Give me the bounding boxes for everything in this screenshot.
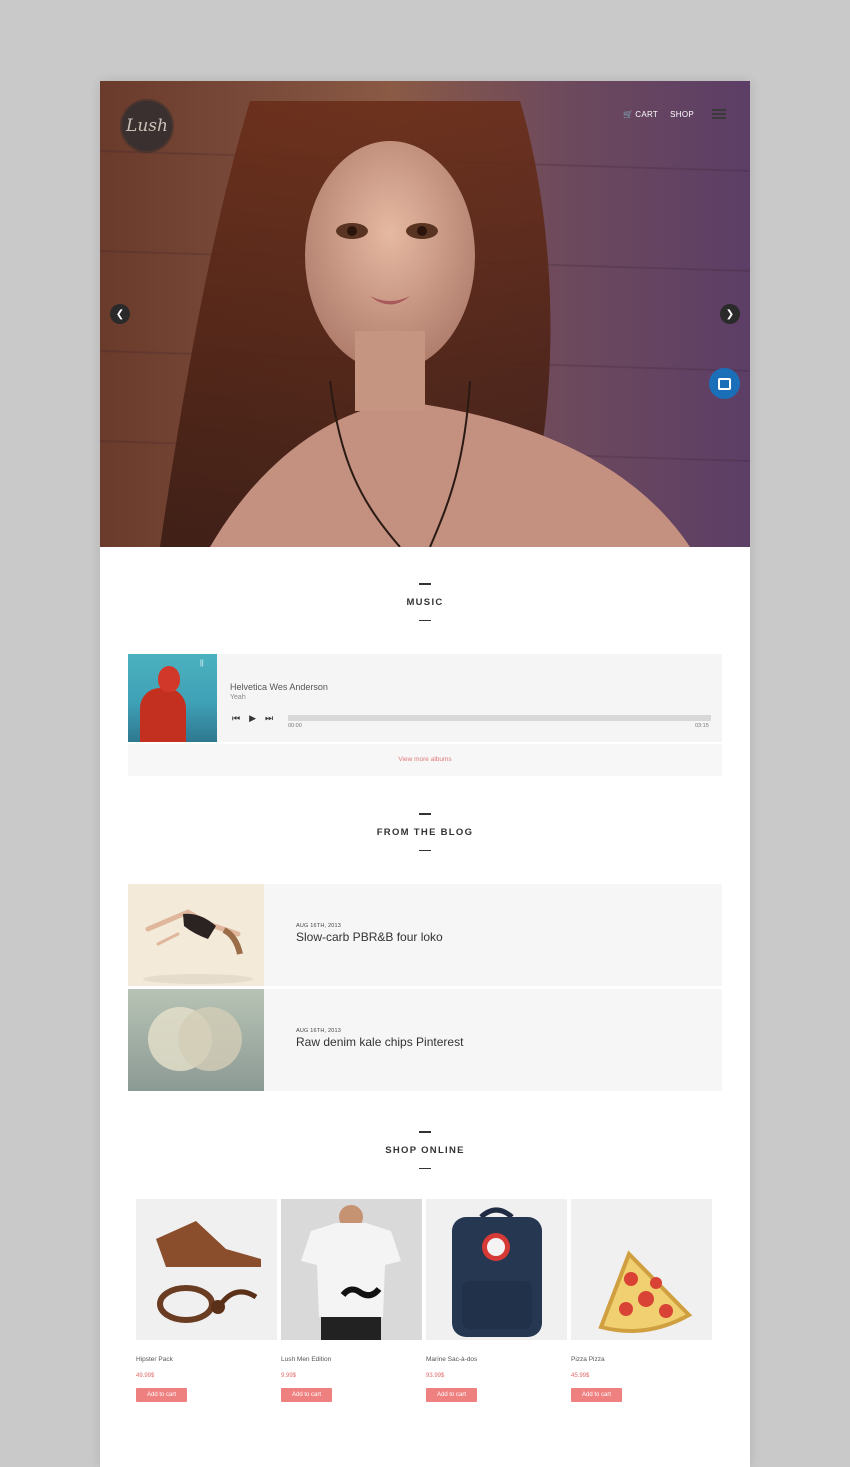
section-title-music: MUSIC [406,596,444,608]
product-name[interactable]: Lush Men Edition [281,1356,422,1363]
add-to-cart-button[interactable]: Add to cart [571,1388,623,1402]
post-date: AUG 16TH, 2013 [296,923,341,929]
chevron-left-icon: ❮ [115,308,125,320]
product-price: 9.99$ [281,1373,297,1379]
divider [419,1167,431,1169]
rewind-icon[interactable]: ⏮ [232,713,240,724]
divider [419,849,431,851]
product-price: 49.99$ [136,1373,155,1379]
shop-section-header: SHOP ONLINE [100,1131,750,1169]
section-title-blog: FROM THE BLOG [376,826,474,838]
fast-forward-icon[interactable]: ⏭ [265,713,273,724]
divider [419,619,431,621]
track-title: Helvetica Wes Anderson [230,682,328,692]
add-to-cart-button[interactable]: Add to cart [281,1388,333,1402]
product-image[interactable] [281,1199,422,1340]
post-title[interactable]: Slow-carb PBR&B four loko [296,930,443,944]
album-cover[interactable]: || [128,654,217,742]
menu-icon[interactable] [712,109,726,119]
nav-cart-label: CART [635,109,659,119]
nav-shop[interactable]: SHOP [670,110,694,119]
player-controls: ⏮ ▶ ⏭ [232,713,273,724]
product-price: 93.99$ [426,1373,445,1379]
hero-image [100,101,750,547]
product-name[interactable]: Marine Sac-à-dos [426,1356,567,1363]
music-section-header: MUSIC [100,583,750,621]
album-tag: || [200,660,204,667]
product-card: Marine Sac-à-dos 93.99$ Add to cart [426,1199,567,1402]
blog-section-header: FROM THE BLOG [100,813,750,851]
music-player: || [128,654,722,742]
progress-bar[interactable] [288,715,711,721]
product-name[interactable]: Hipster Pack [136,1356,277,1363]
time-total: 03:15 [695,723,709,729]
product-card: Hipster Pack 49.99$ Add to cart [136,1199,277,1402]
post-date: AUG 16TH, 2013 [296,1028,341,1034]
blog-post[interactable]: AUG 16TH, 2013 Slow-carb PBR&B four loko [128,884,722,986]
track-artist: Yeah [230,694,246,701]
product-image[interactable] [136,1199,277,1340]
slider-prev-button[interactable]: ❮ [110,304,130,324]
page: Lush 🛒 CART SHOP ❮ ❯ MUSIC || Helvetica W… [100,81,750,1467]
product-name[interactable]: Pizza Pizza [571,1356,712,1363]
slider-next-button[interactable]: ❯ [720,304,740,324]
section-title-shop: SHOP ONLINE [385,1144,465,1156]
divider [419,813,431,815]
product-image[interactable] [426,1199,567,1340]
blog-post[interactable]: AUG 16TH, 2013 Raw denim kale chips Pint… [128,989,722,1091]
post-title[interactable]: Raw denim kale chips Pinterest [296,1035,463,1049]
time-elapsed: 00:00 [288,723,302,729]
logo[interactable]: Lush [122,101,172,151]
product-card: Lush Men Edition 9.99$ Add to cart [281,1199,422,1402]
divider [419,583,431,585]
product-image[interactable] [571,1199,712,1340]
product-price: 45.99$ [571,1373,590,1379]
blog-thumbnail[interactable] [128,884,264,986]
logo-text: Lush [126,116,168,136]
divider [419,1131,431,1133]
cart-icon: 🛒 [623,109,634,119]
add-to-cart-button[interactable]: Add to cart [426,1388,478,1402]
view-more-albums-link[interactable]: View more albums [128,744,722,776]
blog-thumbnail[interactable] [128,989,264,1091]
chevron-right-icon: ❯ [725,308,735,320]
product-card: Pizza Pizza 45.99$ Add to cart [571,1199,712,1402]
chat-button[interactable] [709,368,740,399]
nav-cart[interactable]: 🛒 CART [623,110,658,119]
top-nav: 🛒 CART SHOP [623,109,726,119]
chat-icon [718,377,731,390]
hero-slider: Lush 🛒 CART SHOP ❮ ❯ [100,81,750,547]
add-to-cart-button[interactable]: Add to cart [136,1388,188,1402]
play-icon[interactable]: ▶ [249,713,256,724]
